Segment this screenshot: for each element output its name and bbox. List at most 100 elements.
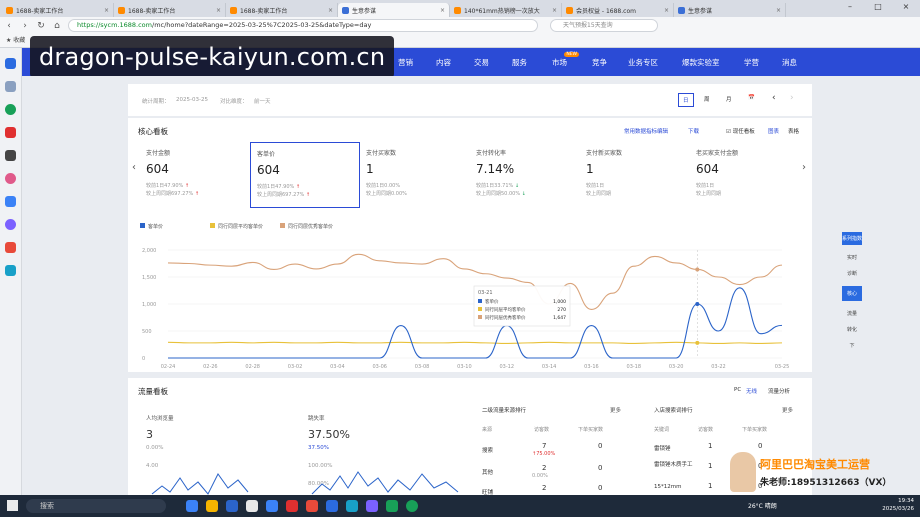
calendar-icon[interactable]: 📅: [748, 95, 755, 101]
nav-item[interactable]: 服务: [512, 57, 527, 68]
taskbar-clock[interactable]: 19:34 2025/03/26: [882, 497, 914, 513]
table-cell[interactable]: 搜索: [482, 446, 493, 454]
keyword-more-link[interactable]: 更多: [782, 406, 793, 414]
nav-item[interactable]: 业务专区: [628, 57, 658, 68]
chart-view-link[interactable]: 图表: [768, 127, 779, 135]
y-tick-label: 0: [142, 356, 145, 362]
ai-sidebar-icon[interactable]: [5, 196, 16, 207]
url-input[interactable]: https://sycm.1688.com/mc/home?dateRange=…: [68, 19, 538, 32]
app-sidebar-icon[interactable]: [5, 173, 16, 184]
metric-card[interactable]: 支付买家数 1 较前1日0.00% 较上周同期0.00%: [360, 142, 470, 208]
nav-item[interactable]: 学营: [744, 57, 759, 68]
browser-tab-active[interactable]: 生意参谋 ×: [338, 3, 450, 17]
nav-item[interactable]: 爆款实验室: [682, 57, 720, 68]
close-window-icon[interactable]: ×: [892, 0, 920, 17]
browser-tab[interactable]: 1688-卖家工作台 ×: [114, 3, 226, 17]
metric-card[interactable]: 支付转化率 7.14% 较前1日33.71% ↓ 较上周同期50.00% ↓: [470, 142, 580, 208]
table-cell[interactable]: 雷锁锤: [654, 444, 671, 452]
x-tick-label: 02-28: [245, 364, 260, 370]
metrics-prev-icon[interactable]: ‹: [132, 162, 136, 173]
download-link[interactable]: 下载: [688, 127, 699, 135]
bookmarks-label[interactable]: 收藏: [13, 37, 25, 44]
browser-tab[interactable]: 1688-卖家工作台 ×: [2, 3, 114, 17]
taskbar-search[interactable]: 搜索: [26, 499, 166, 513]
table-cell[interactable]: 15*12mm: [654, 484, 681, 490]
close-tab-icon[interactable]: ×: [664, 7, 669, 14]
close-tab-icon[interactable]: ×: [552, 7, 557, 14]
metric-card[interactable]: 老买家支付金额 604 较前1日 较上周同期: [690, 142, 800, 208]
diagnose-tab[interactable]: 诊断: [842, 270, 862, 277]
app-sidebar-icon[interactable]: [5, 265, 16, 276]
down-tab[interactable]: 下: [842, 342, 862, 349]
source-more-link[interactable]: 更多: [610, 406, 621, 414]
browser-search-input[interactable]: 天气预报15天查询: [550, 19, 658, 32]
add-sidebar-icon[interactable]: [5, 81, 16, 92]
back-icon[interactable]: ‹: [4, 21, 14, 31]
taskbar-app-icon[interactable]: [186, 500, 198, 512]
home-sidebar-icon[interactable]: [5, 58, 16, 69]
taskbar-app-icon[interactable]: [246, 500, 258, 512]
browser-taskbar-icon[interactable]: [406, 500, 418, 512]
series-index-tab[interactable]: 系列指数: [842, 232, 862, 245]
weather-widget[interactable]: 26°C 晴朗: [748, 501, 777, 510]
metric-card[interactable]: 支付金额 604 较前1日47.90% ↑ 较上周同期697.27% ↑: [140, 142, 250, 208]
table-cell[interactable]: 其他: [482, 468, 493, 476]
nav-item[interactable]: 竞争: [592, 57, 607, 68]
nav-item[interactable]: 市场 NEW: [552, 52, 579, 68]
conversion-tab[interactable]: 转化: [842, 326, 862, 333]
table-view-link[interactable]: 表格: [788, 127, 799, 135]
home-icon[interactable]: ⌂: [52, 21, 62, 31]
game-sidebar-icon[interactable]: [5, 242, 16, 253]
browser-tab[interactable]: 1688-卖家工作台 ×: [226, 3, 338, 17]
prev-date-icon[interactable]: ‹: [772, 93, 776, 103]
nav-item-messages[interactable]: 消息: [782, 57, 797, 68]
app-sidebar-icon[interactable]: [5, 219, 16, 230]
close-tab-icon[interactable]: ×: [104, 7, 109, 14]
table-cell[interactable]: 雷锁锤木质手工: [654, 462, 696, 469]
browser-tab[interactable]: 生意参谋 ×: [674, 3, 786, 17]
browser-tab[interactable]: 会员权益 - 1688.com ×: [562, 3, 674, 17]
taskbar-app-icon[interactable]: [226, 500, 238, 512]
core-tab[interactable]: 核心: [842, 286, 862, 301]
folder-icon[interactable]: [206, 500, 218, 512]
taskbar-app-icon[interactable]: [286, 500, 298, 512]
date-month-button[interactable]: 月: [726, 95, 732, 103]
traffic-tab[interactable]: 流量: [842, 310, 862, 317]
close-tab-icon[interactable]: ×: [440, 7, 445, 14]
nav-item[interactable]: 交易: [474, 57, 489, 68]
metric-card-selected[interactable]: 客单价 604 较前1日47.90% ↑ 较上周同期697.27% ↑: [250, 142, 360, 208]
forward-icon[interactable]: ›: [20, 21, 30, 31]
taskbar-app-icon[interactable]: [306, 500, 318, 512]
pc-toggle[interactable]: PC: [734, 387, 741, 393]
reload-icon[interactable]: ↻: [36, 21, 46, 31]
close-tab-icon[interactable]: ×: [328, 7, 333, 14]
nav-item[interactable]: 内容: [436, 57, 451, 68]
close-tab-icon[interactable]: ×: [216, 7, 221, 14]
next-date-icon[interactable]: ›: [790, 93, 794, 103]
maximize-icon[interactable]: □: [864, 0, 892, 17]
app-sidebar-icon[interactable]: [5, 150, 16, 161]
taskbar-app-icon[interactable]: [346, 500, 358, 512]
date-day-button[interactable]: 日: [678, 93, 694, 107]
browser-tab[interactable]: 140*61mm热销榜一次放大 ×: [450, 3, 562, 17]
metric-card[interactable]: 支付新买家数 1 较前1日 较上周同期: [580, 142, 690, 208]
close-tab-icon[interactable]: ×: [776, 7, 781, 14]
minimize-icon[interactable]: –: [836, 0, 864, 17]
arrow-up-icon: ↑: [194, 191, 200, 197]
x-tick-label: 03-18: [627, 364, 642, 370]
nav-item[interactable]: 营销: [398, 57, 413, 68]
board-toggle[interactable]: ☑ 现任看板: [726, 127, 755, 135]
metrics-next-icon[interactable]: ›: [802, 162, 806, 173]
taskbar-app-icon[interactable]: [266, 500, 278, 512]
realtime-tab[interactable]: 实时: [842, 254, 862, 261]
date-week-button[interactable]: 周: [704, 95, 710, 103]
edit-metrics-link[interactable]: 常用数据指标编辑: [624, 127, 668, 135]
app-sidebar-icon[interactable]: [5, 104, 16, 115]
traffic-analysis-link[interactable]: 流量分析: [768, 387, 790, 395]
windows-start-icon[interactable]: [7, 500, 18, 511]
taskbar-app-icon[interactable]: [326, 500, 338, 512]
wechat-icon[interactable]: [386, 500, 398, 512]
taskbar-app-icon[interactable]: [366, 500, 378, 512]
app-sidebar-icon[interactable]: [5, 127, 16, 138]
wireless-toggle[interactable]: 无线: [746, 387, 757, 395]
